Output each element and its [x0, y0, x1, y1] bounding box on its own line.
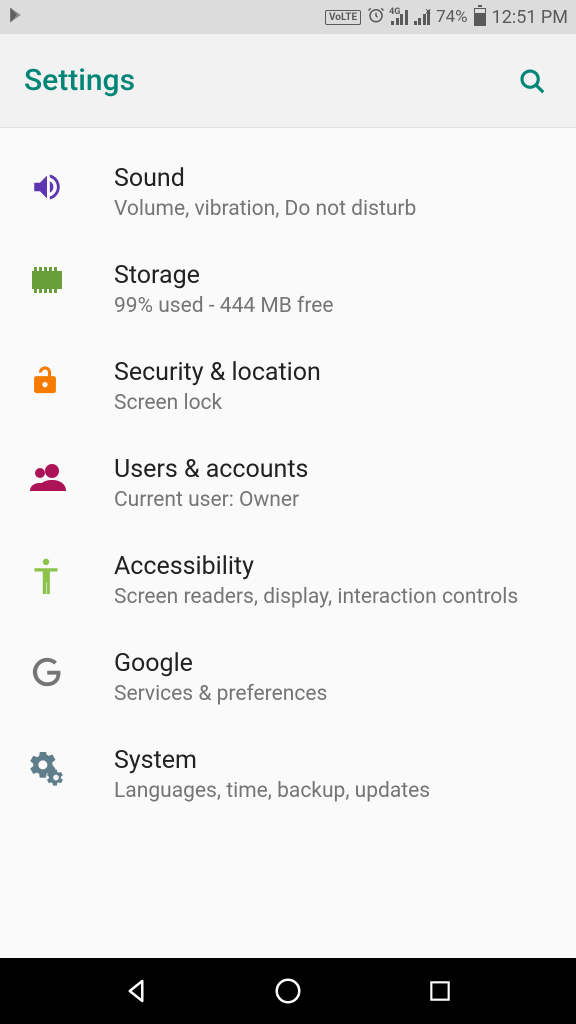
item-accessibility[interactable]: Accessibility Screen readers, display, i…: [0, 532, 576, 629]
google-icon: [24, 649, 114, 689]
battery-percent: 74%: [436, 7, 468, 27]
network-gen: 4G: [389, 7, 400, 17]
page-title: Settings: [24, 63, 512, 98]
users-icon: [24, 455, 114, 491]
item-google[interactable]: Google Services & preferences: [0, 629, 576, 726]
accessibility-icon: [24, 552, 114, 594]
storage-icon: [24, 261, 114, 293]
item-storage[interactable]: Storage 99% used - 444 MB free: [0, 241, 576, 338]
item-title: Storage: [114, 261, 552, 290]
sound-icon: [24, 164, 114, 204]
item-security[interactable]: Security & location Screen lock: [0, 338, 576, 435]
home-button[interactable]: [268, 971, 308, 1011]
item-subtitle: Languages, time, backup, updates: [114, 779, 552, 803]
clock: 12:51 PM: [492, 7, 568, 28]
item-title: Security & location: [114, 358, 552, 387]
home-icon: [273, 976, 303, 1006]
settings-list: Sound Volume, vibration, Do not disturb …: [0, 128, 576, 958]
item-title: Sound: [114, 164, 552, 193]
back-button[interactable]: [116, 971, 156, 1011]
item-subtitle: Current user: Owner: [114, 488, 552, 512]
system-icon: [24, 746, 114, 788]
lock-icon: [24, 358, 114, 398]
alarm-icon: [367, 6, 385, 28]
recents-button[interactable]: [420, 971, 460, 1011]
item-subtitle: Screen lock: [114, 391, 552, 415]
back-icon: [121, 976, 151, 1006]
item-sound[interactable]: Sound Volume, vibration, Do not disturb: [0, 144, 576, 241]
item-system[interactable]: System Languages, time, backup, updates: [0, 726, 576, 823]
search-icon: [517, 66, 547, 96]
search-button[interactable]: [512, 61, 552, 101]
item-title: Google: [114, 649, 552, 678]
app-bar: Settings: [0, 34, 576, 128]
play-store-icon: [8, 6, 26, 28]
item-title: Accessibility: [114, 552, 552, 581]
item-title: System: [114, 746, 552, 775]
item-title: Users & accounts: [114, 455, 552, 484]
item-subtitle: Services & preferences: [114, 682, 552, 706]
item-subtitle: Screen readers, display, interaction con…: [114, 585, 552, 609]
recents-icon: [427, 978, 453, 1004]
item-subtitle: 99% used - 444 MB free: [114, 294, 552, 318]
volte-badge: VoLTE: [325, 10, 361, 25]
navigation-bar: [0, 958, 576, 1024]
item-subtitle: Volume, vibration, Do not disturb: [114, 197, 552, 221]
item-users[interactable]: Users & accounts Current user: Owner: [0, 435, 576, 532]
battery-icon: [474, 8, 486, 26]
status-bar: VoLTE 4G × 74% 12:51 PM: [0, 0, 576, 34]
